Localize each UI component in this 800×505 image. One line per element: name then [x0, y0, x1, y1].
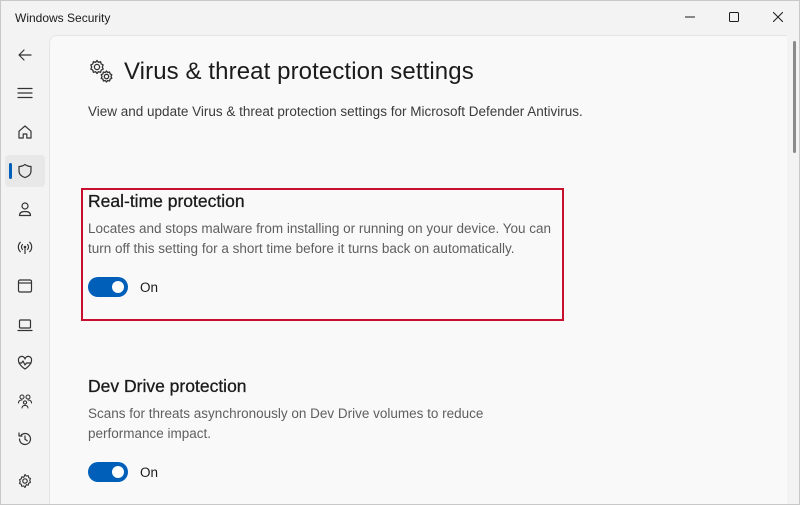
realtime-protection-toggle-row: On [88, 277, 558, 297]
heart-pulse-icon [17, 355, 33, 370]
minimize-icon [685, 16, 695, 18]
app-title: Windows Security [15, 11, 111, 25]
selection-indicator [9, 163, 12, 179]
home-icon [18, 125, 32, 139]
nav-firewall-network[interactable] [5, 231, 45, 263]
realtime-protection-toggle[interactable] [88, 277, 128, 297]
nav-virus-threat-protection[interactable] [5, 155, 45, 187]
dev-drive-protection-toggle[interactable] [88, 462, 128, 482]
person-icon [18, 202, 32, 217]
nav-app-browser-control[interactable] [5, 270, 45, 302]
toggle-knob [112, 281, 124, 293]
toggle-knob [112, 466, 124, 478]
shield-icon [18, 163, 32, 179]
nav-protection-history[interactable] [5, 423, 45, 455]
gear-icon [18, 473, 32, 489]
hamburger-icon [17, 87, 33, 99]
settings-gears-icon [90, 59, 113, 83]
nav-menu-button[interactable] [5, 77, 45, 109]
dev-drive-protection-section: Dev Drive protection Scans for threats a… [88, 376, 558, 482]
realtime-protection-section: Real-time protection Locates and stops m… [88, 191, 558, 297]
vertical-scrollbar[interactable] [793, 41, 796, 153]
close-icon [773, 12, 783, 22]
nav-device-performance-health[interactable] [5, 347, 45, 379]
family-icon [17, 394, 33, 409]
app-window-icon [17, 279, 33, 293]
dev-drive-protection-toggle-row: On [88, 462, 558, 482]
nav-home[interactable] [5, 116, 45, 148]
nav-family-options[interactable] [5, 385, 45, 417]
realtime-protection-title: Real-time protection [88, 191, 245, 211]
dev-drive-protection-state: On [140, 464, 159, 480]
content-pane: Virus & threat protection settings View … [49, 35, 787, 504]
page-header: Virus & threat protection settings [88, 58, 474, 86]
maximize-icon [729, 12, 739, 22]
close-button[interactable] [755, 1, 799, 33]
dev-drive-protection-description: Scans for threats asynchronously on Dev … [88, 406, 484, 441]
minimize-button[interactable] [667, 1, 713, 33]
laptop-icon [17, 319, 33, 332]
page-title: Virus & threat protection settings [124, 58, 474, 85]
realtime-protection-description: Locates and stops malware from installin… [88, 221, 552, 256]
nav-account-protection[interactable] [5, 193, 45, 225]
nav-device-security[interactable] [5, 309, 45, 341]
windows-security-window: Windows Security Virus & threat protecti… [0, 0, 800, 505]
maximize-button[interactable] [711, 1, 757, 33]
nav-settings[interactable] [5, 465, 45, 497]
history-icon [18, 432, 32, 446]
realtime-protection-state: On [140, 279, 159, 295]
nav-back-button[interactable] [5, 39, 45, 71]
page-description: View and update Virus & threat protectio… [88, 104, 583, 119]
back-arrow-icon [18, 49, 32, 61]
dev-drive-protection-title: Dev Drive protection [88, 376, 247, 396]
wifi-antenna-icon [17, 241, 33, 254]
title-bar: Windows Security [1, 1, 799, 35]
left-navigation [1, 35, 49, 504]
